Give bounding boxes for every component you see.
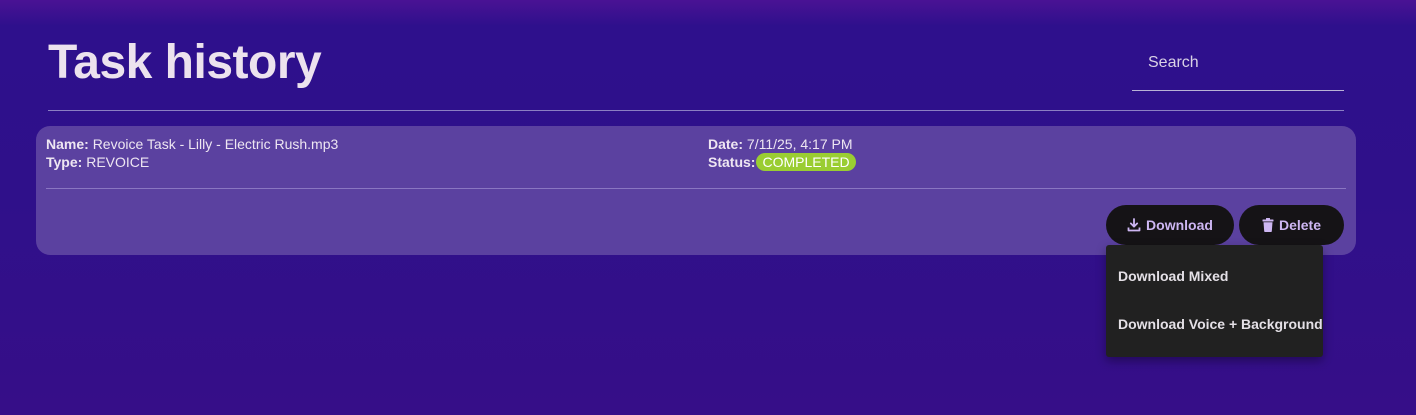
- status-badge: COMPLETED: [756, 153, 856, 171]
- header-divider: [48, 110, 1344, 111]
- task-date-field: Date: 7/11/25, 4:17 PM: [708, 135, 853, 153]
- download-menu: Download Mixed Download Voice + Backgrou…: [1106, 245, 1323, 357]
- task-name-field: Name: Revoice Task - Lilly - Electric Ru…: [46, 135, 338, 153]
- trash-icon: [1262, 218, 1274, 232]
- download-icon: [1127, 218, 1141, 232]
- task-date-label: Date:: [708, 136, 744, 152]
- download-button[interactable]: Download: [1106, 205, 1234, 245]
- task-type-value: REVOICE: [86, 154, 150, 170]
- task-name-value: Revoice Task - Lilly - Electric Rush.mp3: [92, 136, 339, 152]
- download-button-label: Download: [1146, 217, 1213, 233]
- task-name-label: Name:: [46, 136, 89, 152]
- task-status-label: Status:: [708, 154, 756, 170]
- card-divider: [46, 188, 1346, 189]
- task-date-value: 7/11/25, 4:17 PM: [746, 136, 853, 152]
- page-title: Task history: [48, 36, 322, 89]
- task-type-field: Type: REVOICE: [46, 153, 149, 171]
- task-status-field: Status: COMPLETED: [708, 153, 856, 171]
- search-input[interactable]: [1148, 52, 1338, 74]
- task-card: Name: Revoice Task - Lilly - Electric Ru…: [36, 126, 1356, 255]
- delete-button[interactable]: Delete: [1239, 205, 1344, 245]
- task-type-label: Type:: [46, 154, 83, 170]
- delete-button-label: Delete: [1278, 217, 1322, 233]
- menu-item-download-mixed[interactable]: Download Mixed: [1106, 252, 1323, 300]
- menu-item-download-voice-background[interactable]: Download Voice + Background: [1106, 300, 1323, 348]
- search-field[interactable]: [1132, 40, 1344, 91]
